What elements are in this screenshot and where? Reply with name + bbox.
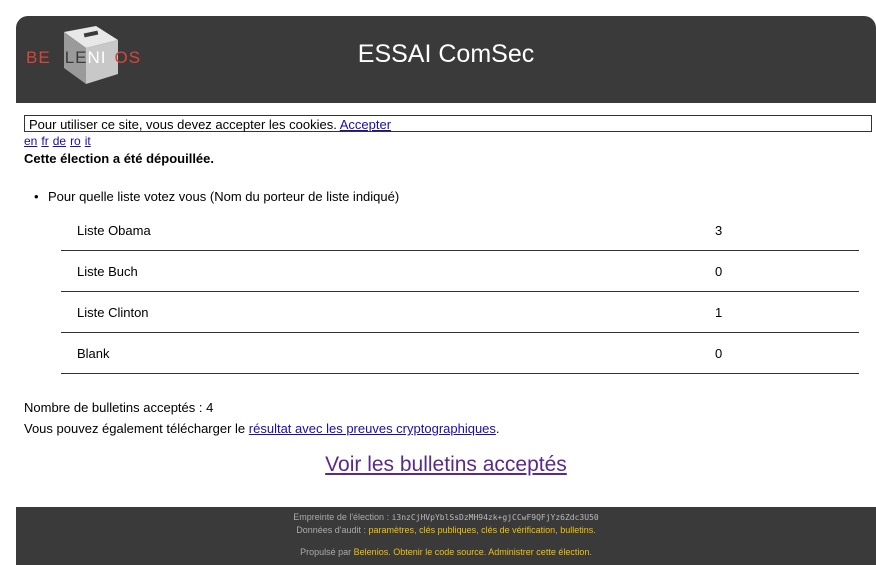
page: BE LENI OS ESSAI ComSec Pour utiliser ce s… (16, 16, 876, 565)
audit-line: Données d'audit : paramètres, clés publi… (296, 525, 596, 535)
lang-fr-link[interactable]: fr (41, 134, 48, 148)
cookie-message: Pour utiliser ce site, vous devez accept… (29, 117, 337, 132)
lang-en-link[interactable]: en (24, 134, 37, 148)
powered-line: Propulsé par Belenios. Obtenir le code s… (300, 547, 592, 557)
fingerprint-label: Empreinte de l'élection : (293, 512, 390, 522)
download-result-link[interactable]: résultat avec les preuves cryptographiqu… (249, 421, 496, 436)
download-prefix: Vous pouvez également télécharger le (24, 421, 246, 436)
lang-de-link[interactable]: de (53, 134, 66, 148)
result-label: Liste Buch (61, 250, 699, 292)
table-row: Liste Clinton 1 (61, 291, 859, 333)
header: BE LENI OS ESSAI ComSec (16, 16, 876, 103)
table-row: Liste Buch 0 (61, 250, 859, 292)
powered-label: Propulsé par (300, 547, 352, 557)
election-status: Cette élection a été dépouillée. (24, 151, 214, 166)
download-suffix: . (495, 421, 500, 436)
accept-cookies-link[interactable]: Accepter (340, 117, 391, 132)
table-row: Liste Obama 3 (61, 210, 859, 251)
audit-params-link[interactable]: paramètres (369, 525, 415, 535)
cookie-banner: Pour utiliser ce site, vous devez accept… (24, 115, 872, 132)
result-count: 0 (699, 332, 859, 374)
belenios-link[interactable]: Belenios (354, 547, 389, 557)
result-label: Liste Obama (61, 210, 699, 251)
audit-public-keys-link[interactable]: clés publiques (419, 525, 476, 535)
audit-label: Données d'audit : (296, 525, 367, 535)
fingerprint-value: i3nzCjHVpYblSsDzMH94zk+gjCCwF9QFjYz6Zdc3… (391, 513, 599, 522)
audit-verification-keys-link[interactable]: clés de vérification (481, 525, 555, 535)
audit-ballots-link[interactable]: bulletins (560, 525, 593, 535)
table-row: Blank 0 (61, 332, 859, 374)
question: • Pour quelle liste votez vous (Nom du po… (34, 189, 868, 204)
lang-it-link[interactable]: it (85, 134, 91, 148)
result-count: 1 (699, 291, 859, 333)
view-ballots-link[interactable]: Voir les bulletins acceptés (325, 453, 567, 476)
question-text: Pour quelle liste votez vous (Nom du por… (48, 189, 400, 204)
view-ballots: Voir les bulletins acceptés (24, 453, 868, 477)
admin-election-link[interactable]: Administrer cette élection (488, 547, 589, 557)
result-count: 0 (699, 250, 859, 292)
bullet-icon: • (34, 189, 39, 204)
accepted-count: Nombre de bulletins acceptés : 4 (24, 400, 214, 415)
lang-ro-link[interactable]: ro (70, 134, 81, 148)
result-label: Liste Clinton (61, 291, 699, 333)
main-content: Pour utiliser ce site, vous devez accept… (16, 115, 876, 477)
footer: Empreinte de l'élection : i3nzCjHVpYblSs… (16, 507, 876, 565)
download-line: Vous pouvez également télécharger le rés… (24, 421, 868, 436)
source-code-link[interactable]: Obtenir le code source (393, 547, 484, 557)
result-count: 3 (699, 210, 859, 251)
result-label: Blank (61, 332, 699, 374)
language-selector: en fr de ro it (24, 134, 868, 148)
page-title: ESSAI ComSec (357, 40, 535, 68)
results-table: Liste Obama 3 Liste Buch 0 Liste Clinton… (61, 210, 859, 374)
fingerprint-line: Empreinte de l'élection : i3nzCjHVpYblSs… (16, 511, 876, 524)
